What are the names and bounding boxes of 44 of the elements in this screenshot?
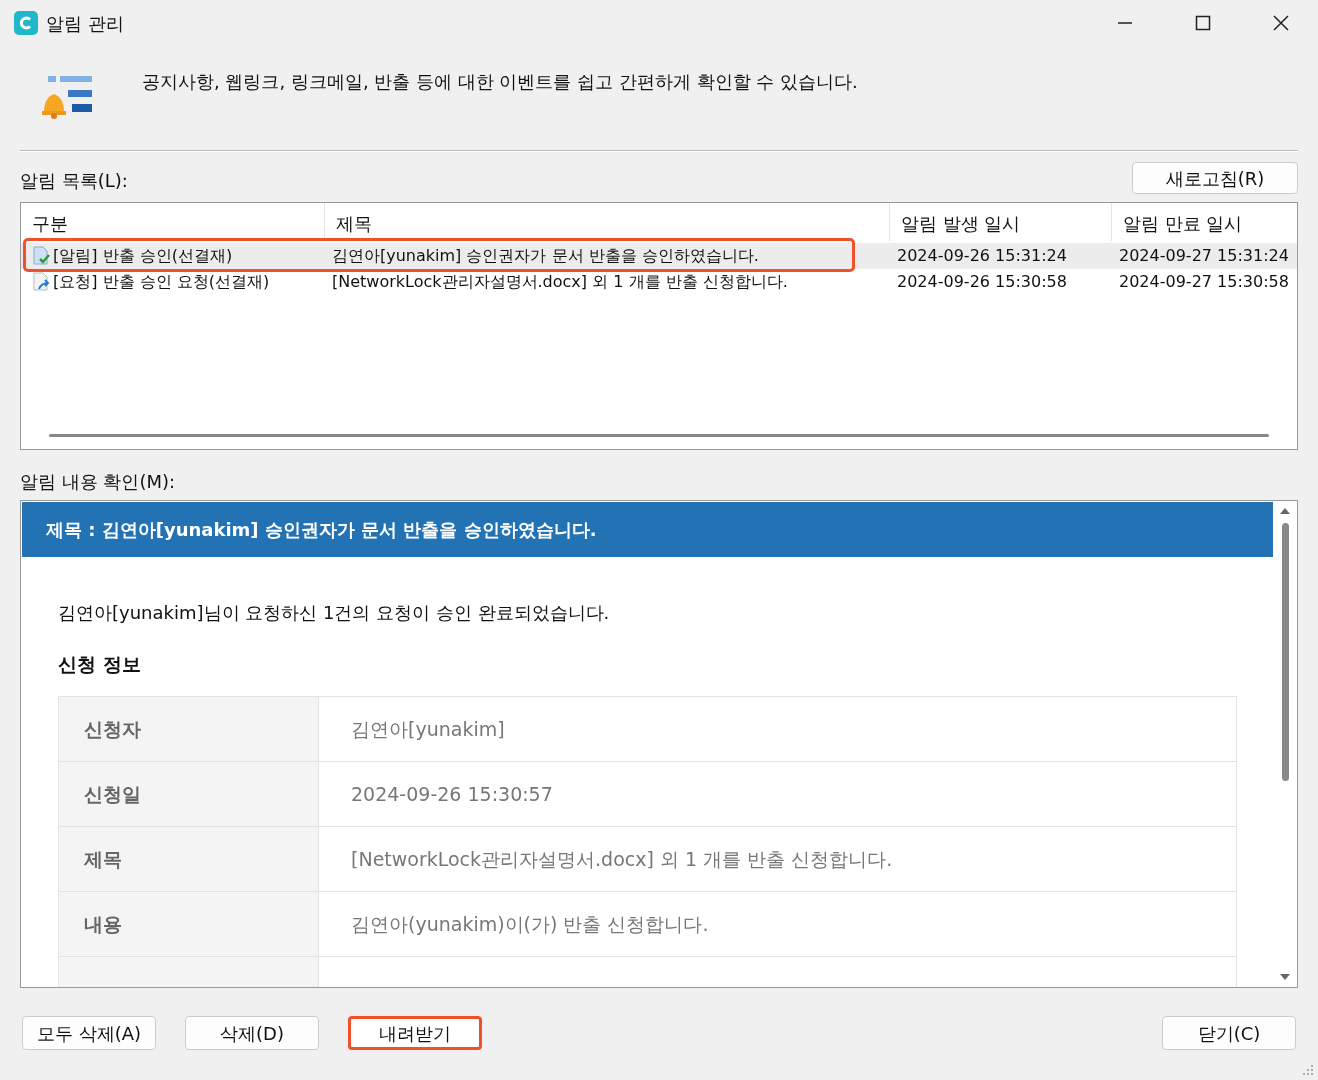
scroll-up-icon[interactable] [1279, 507, 1291, 515]
list-row[interactable]: [알림] 반출 승인(선결재) 김연아[yunakim] 승인권자가 문서 반출을 승인하였습니다. 2024-09-26 15:31:24 2024-09-27 15:31:24 [21, 243, 1297, 269]
column-header[interactable]: 알림 만료 일시 [1111, 203, 1295, 241]
field-label: 제목 [59, 827, 319, 891]
date-cell: 2024-09-26 15:31:24 [897, 246, 1067, 265]
column-header[interactable]: 알림 발생 일시 [889, 203, 1111, 241]
dialog-button[interactable]: 닫기(C) [1162, 1016, 1296, 1050]
field-label: 신청일 [59, 762, 319, 826]
field-value: 2024-09-26 15:30:57 [350, 781, 554, 807]
close-icon [1273, 15, 1289, 31]
scroll-down-icon[interactable] [1279, 973, 1291, 981]
date-cell: 2024-09-27 15:30:58 [1119, 272, 1289, 291]
window-title: 알림 관리 [46, 11, 124, 36]
detail-message: 김연아[yunakim]님이 요청하신 1건의 요청이 승인 완료되었습니다. [58, 600, 611, 625]
column-header[interactable]: 제목 [324, 203, 889, 241]
category-cell-text: [알림] 반출 승인(선결재) [53, 245, 233, 267]
refresh-button[interactable]: 새로고침(R) [1132, 162, 1298, 194]
field-label: 신청자 [59, 697, 319, 761]
dialog-button[interactable]: 모두 삭제(A) [22, 1016, 156, 1050]
date-cell: 2024-09-27 15:31:24 [1119, 246, 1289, 265]
field-value: [NetworkLock관리자설명서.docx] 외 1 개를 반출 신청합니다. [350, 846, 894, 872]
column-header[interactable]: 구분 [21, 203, 324, 241]
date-cell: 2024-09-26 15:30:58 [897, 272, 1067, 291]
app-logo-icon [14, 11, 38, 35]
detail-label: 알림 내용 확인(M): [20, 470, 177, 494]
field-value: 김연아(yunakim)이(가) 반출 신청합니다. [350, 911, 710, 937]
document-check-icon [31, 246, 51, 266]
scrollbar-thumb[interactable] [1281, 523, 1289, 781]
maximize-icon [1195, 15, 1211, 31]
horizontal-scrollbar[interactable] [49, 434, 1269, 437]
resize-grip-icon[interactable] [1302, 1064, 1314, 1076]
field-value: 김연아[yunakim] [350, 716, 506, 742]
section-heading: 신청 정보 [58, 651, 142, 677]
dialog-button[interactable]: 내려받기 [348, 1016, 482, 1050]
list-label: 알림 목록(L): [20, 169, 128, 193]
field-label: 내용 [59, 892, 319, 956]
title-cell: [NetworkLock관리자설명서.docx] 외 1 개를 반출 신청합니다. [332, 272, 788, 291]
description-text: 공지사항, 웹링크, 링크메일, 반출 등에 대한 이벤트를 쉽고 간편하게 확인할 수 있습니다. [142, 70, 858, 94]
minimize-icon [1117, 22, 1133, 24]
dialog-button[interactable]: 삭제(D) [185, 1016, 319, 1050]
category-cell-text: [요청] 반출 승인 요청(선결재) [53, 271, 270, 293]
document-arrow-icon [31, 272, 51, 292]
title-cell: 김연아[yunakim] 승인권자가 문서 반출을 승인하였습니다. [332, 246, 759, 265]
detail-title: 제목 : 김연아[yunakim] 승인권자가 문서 반출을 승인하였습니다. [22, 502, 1273, 557]
